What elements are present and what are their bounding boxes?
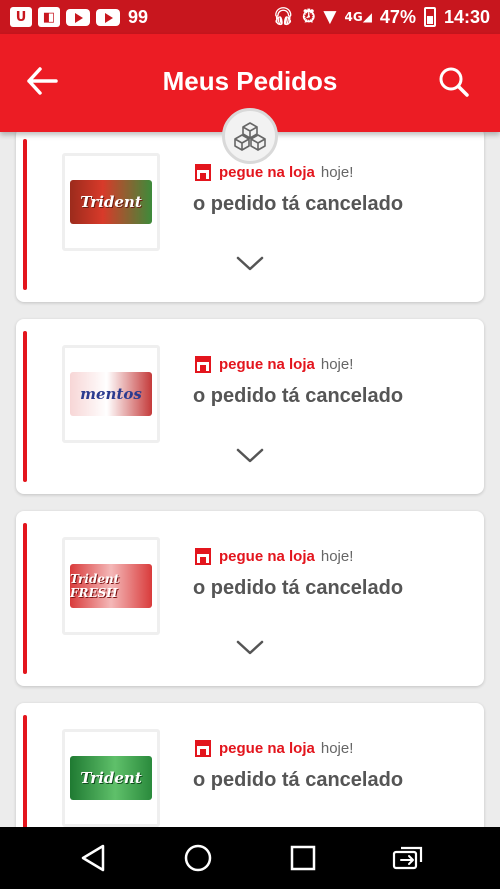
page-title: Meus Pedidos (162, 66, 338, 96)
order-status: o pedido tá cancelado (193, 769, 404, 791)
pickup-when: hoje! (320, 355, 354, 373)
product-image: Trident (70, 180, 152, 224)
status-accent-bar (23, 523, 27, 674)
battery-percent: 47% (379, 6, 416, 27)
order-list: Trident pegue na loja hoje! o pedido tá … (0, 132, 500, 827)
pickup-label: pegue na loja (219, 547, 315, 565)
clock: 14:30 (443, 6, 490, 27)
status-accent-bar (23, 139, 27, 290)
chevron-down-icon[interactable] (235, 447, 265, 465)
store-icon (195, 548, 211, 565)
store-icon (195, 164, 211, 181)
pickup-row: pegue na loja hoje! (193, 738, 353, 758)
system-nav-bar (0, 827, 500, 889)
store-icon (195, 740, 211, 757)
network-type: 4G (344, 10, 363, 24)
nav-switch-sim-icon[interactable] (388, 838, 428, 878)
order-status: o pedido tá cancelado (193, 385, 404, 407)
app-notification-icon: U (10, 7, 32, 27)
wifi-icon: ▼ (323, 7, 337, 27)
headset-icon: 🎧︎ (272, 7, 295, 27)
status-accent-bar (23, 331, 27, 482)
chevron-down-icon[interactable] (235, 255, 265, 273)
battery-icon (423, 7, 436, 27)
order-card[interactable]: mentos pegue na loja hoje! o pedido tá c… (16, 319, 484, 494)
pickup-when: hoje! (320, 547, 354, 565)
pickup-label: pegue na loja (219, 355, 315, 373)
product-thumbnail: mentos (62, 345, 160, 443)
status-accent-bar (23, 715, 27, 827)
youtube-icon (96, 8, 120, 26)
chevron-down-icon[interactable] (235, 639, 265, 657)
alarm-icon: ⏰︎ (302, 7, 316, 27)
order-status: o pedido tá cancelado (193, 577, 404, 599)
product-thumbnail: Trident (62, 153, 160, 251)
signal-icon: 4G◢ (344, 10, 372, 24)
store-icon (195, 356, 211, 373)
pickup-when: hoje! (320, 163, 354, 181)
pickup-row: pegue na loja hoje! (193, 354, 353, 374)
youtube-icon (66, 8, 90, 26)
chat-notification-icon: ◧ (38, 7, 60, 27)
product-thumbnail: Trident FRESH (62, 537, 160, 635)
search-icon[interactable] (438, 66, 470, 98)
product-thumbnail: Trident (62, 729, 160, 827)
product-image: mentos (70, 372, 152, 416)
pickup-when: hoje! (320, 739, 354, 757)
order-status: o pedido tá cancelado (193, 193, 404, 215)
nav-back-icon[interactable] (73, 838, 113, 878)
nav-recents-icon[interactable] (283, 838, 323, 878)
order-card[interactable]: Trident pegue na loja hoje! o pedido tá … (16, 703, 484, 827)
status-bar: U ◧ 99 🎧︎ ⏰︎ ▼ 4G◢ 47% 14:30 (0, 0, 500, 34)
boxes-icon (222, 108, 278, 164)
product-image: Trident (70, 756, 152, 800)
pickup-row: pegue na loja hoje! (193, 546, 353, 566)
pickup-label: pegue na loja (219, 739, 315, 757)
order-card[interactable]: Trident FRESH pegue na loja hoje! o pedi… (16, 511, 484, 686)
product-image: Trident FRESH (70, 564, 152, 608)
pickup-label: pegue na loja (219, 163, 315, 181)
pickup-row: pegue na loja hoje! (193, 162, 353, 182)
nav-home-icon[interactable] (178, 838, 218, 878)
notification-count: 99 (128, 6, 149, 27)
